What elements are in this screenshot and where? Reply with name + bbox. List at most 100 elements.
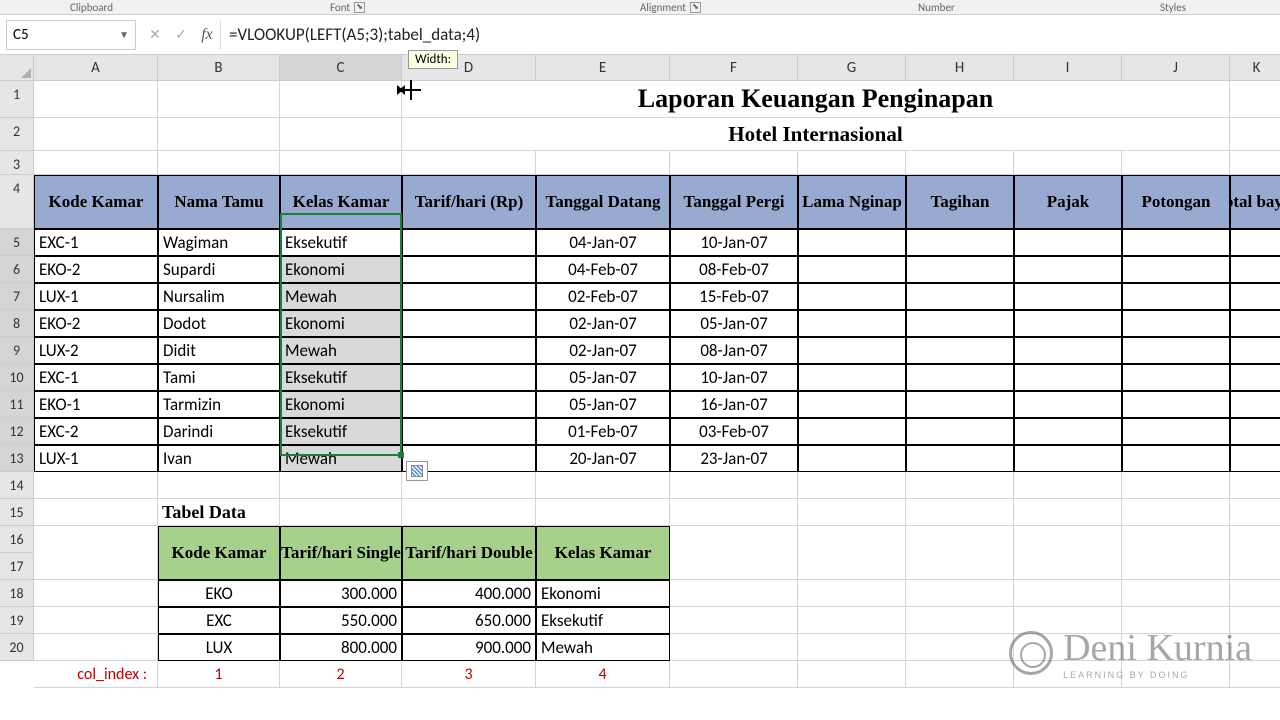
cell-tarif-3[interactable] <box>402 310 536 337</box>
row-header-17[interactable]: 17 <box>0 553 34 580</box>
alignment-launcher-icon[interactable]: ⬊ <box>690 2 701 13</box>
cell-pajak-5[interactable] <box>1014 364 1122 391</box>
report-title[interactable]: Laporan Keuangan Penginapan <box>402 81 1230 118</box>
cell-r16-8[interactable] <box>1014 526 1122 580</box>
cell-r3-6[interactable] <box>798 151 906 175</box>
col-header-F[interactable]: F <box>670 55 798 81</box>
cell-total-2[interactable] <box>1230 283 1280 310</box>
cell-r3-8[interactable] <box>1014 151 1122 175</box>
cell-tarif-1[interactable] <box>402 256 536 283</box>
cell-tarif-7[interactable] <box>402 418 536 445</box>
td-kelas-0[interactable]: Ekonomi <box>536 580 670 607</box>
table-header-4[interactable]: Tanggal Datang <box>536 175 670 229</box>
cell-a19[interactable] <box>34 634 158 661</box>
cell-kode-7[interactable]: EXC-2 <box>34 418 158 445</box>
cell-b1[interactable] <box>158 81 280 118</box>
cell-pergi-3[interactable]: 05-Jan-07 <box>670 310 798 337</box>
row-header-2[interactable]: 2 <box>0 118 34 151</box>
cell-tagihan-7[interactable] <box>906 418 1014 445</box>
cell-r16-6[interactable] <box>798 526 906 580</box>
cell-a16[interactable] <box>34 526 158 580</box>
row-header-19[interactable]: 19 <box>0 607 34 634</box>
row-header-14[interactable]: 14 <box>0 472 34 499</box>
cell-r20-5[interactable] <box>670 661 798 688</box>
cell-nama-1[interactable]: Supardi <box>158 256 280 283</box>
cell-kelas-2[interactable]: Mewah <box>280 283 402 310</box>
cell-tarif-4[interactable] <box>402 337 536 364</box>
row-header-4[interactable]: 4 <box>0 175 34 229</box>
cell-k1[interactable] <box>1230 81 1280 118</box>
table-header-2[interactable]: Kelas Kamar <box>280 175 402 229</box>
cell-tagihan-8[interactable] <box>906 445 1014 472</box>
cell-r14-4[interactable] <box>536 472 670 499</box>
cell-pajak-0[interactable] <box>1014 229 1122 256</box>
cell-potongan-4[interactable] <box>1122 337 1230 364</box>
cell-total-5[interactable] <box>1230 364 1280 391</box>
cell-tagihan-1[interactable] <box>906 256 1014 283</box>
row-header-11[interactable]: 11 <box>0 391 34 418</box>
cell-tdrow1-6[interactable] <box>798 607 906 634</box>
cell-lama-2[interactable] <box>798 283 906 310</box>
cell-datang-8[interactable]: 20-Jan-07 <box>536 445 670 472</box>
cell-total-7[interactable] <box>1230 418 1280 445</box>
row-header-16[interactable]: 16 <box>0 526 34 553</box>
cell-r15-3[interactable] <box>402 499 536 526</box>
cell-r14-9[interactable] <box>1122 472 1230 499</box>
cell-r15-9[interactable] <box>1122 499 1230 526</box>
row-header-15[interactable]: 15 <box>0 499 34 526</box>
cell-r14-0[interactable] <box>34 472 158 499</box>
cell-potongan-5[interactable] <box>1122 364 1230 391</box>
formula-input[interactable]: =VLOOKUP(LEFT(A5;3);tabel_data;4) <box>220 20 1280 50</box>
cell-datang-1[interactable]: 04-Feb-07 <box>536 256 670 283</box>
cell-r16-5[interactable] <box>670 526 798 580</box>
td-double-1[interactable]: 650.000 <box>402 607 536 634</box>
cell-pajak-1[interactable] <box>1014 256 1122 283</box>
cell-c2[interactable] <box>280 118 402 151</box>
cell-potongan-3[interactable] <box>1122 310 1230 337</box>
cell-tarif-0[interactable] <box>402 229 536 256</box>
td-kode-0[interactable]: EKO <box>158 580 280 607</box>
cell-r15-4[interactable] <box>536 499 670 526</box>
td-double-2[interactable]: 900.000 <box>402 634 536 661</box>
cell-pergi-6[interactable]: 16-Jan-07 <box>670 391 798 418</box>
col-index-0[interactable]: 1 <box>158 661 280 688</box>
cell-kode-3[interactable]: EKO-2 <box>34 310 158 337</box>
cell-r20-6[interactable] <box>798 661 906 688</box>
cell-r14-10[interactable] <box>1230 472 1280 499</box>
cell-a17[interactable] <box>34 580 158 607</box>
row-header-13[interactable]: 13 <box>0 445 34 472</box>
cell-potongan-6[interactable] <box>1122 391 1230 418</box>
cell-tdrow1-5[interactable] <box>670 607 798 634</box>
cell-datang-6[interactable]: 05-Jan-07 <box>536 391 670 418</box>
cell-total-1[interactable] <box>1230 256 1280 283</box>
cell-tagihan-2[interactable] <box>906 283 1014 310</box>
table-header-7[interactable]: Tagihan <box>906 175 1014 229</box>
cell-datang-0[interactable]: 04-Jan-07 <box>536 229 670 256</box>
cell-a15[interactable] <box>34 499 158 526</box>
cell-r14-8[interactable] <box>1014 472 1122 499</box>
cell-tdrow0-7[interactable] <box>906 580 1014 607</box>
col-index-2[interactable]: 3 <box>402 661 536 688</box>
cell-tagihan-3[interactable] <box>906 310 1014 337</box>
row-header-1[interactable]: 1 <box>0 81 34 118</box>
cell-tdrow0-5[interactable] <box>670 580 798 607</box>
cells-area[interactable]: Laporan Keuangan PenginapanHotel Interna… <box>34 81 1280 688</box>
cell-a18[interactable] <box>34 607 158 634</box>
cell-kelas-8[interactable]: Mewah <box>280 445 402 472</box>
cell-kelas-0[interactable]: Eksekutif <box>280 229 402 256</box>
td-kode-2[interactable]: LUX <box>158 634 280 661</box>
cell-tdrow0-6[interactable] <box>798 580 906 607</box>
cell-datang-2[interactable]: 02-Feb-07 <box>536 283 670 310</box>
cell-r14-7[interactable] <box>906 472 1014 499</box>
cell-kode-1[interactable]: EKO-2 <box>34 256 158 283</box>
td-double-0[interactable]: 400.000 <box>402 580 536 607</box>
row-header-7[interactable]: 7 <box>0 283 34 310</box>
cell-pergi-7[interactable]: 03-Feb-07 <box>670 418 798 445</box>
td-single-2[interactable]: 800.000 <box>280 634 402 661</box>
cell-nama-6[interactable]: Tarmizin <box>158 391 280 418</box>
table-header-9[interactable]: Potongan <box>1122 175 1230 229</box>
table-header-1[interactable]: Nama Tamu <box>158 175 280 229</box>
cell-pergi-8[interactable]: 23-Jan-07 <box>670 445 798 472</box>
col-header-C[interactable]: C <box>280 55 402 81</box>
cell-kelas-5[interactable]: Eksekutif <box>280 364 402 391</box>
